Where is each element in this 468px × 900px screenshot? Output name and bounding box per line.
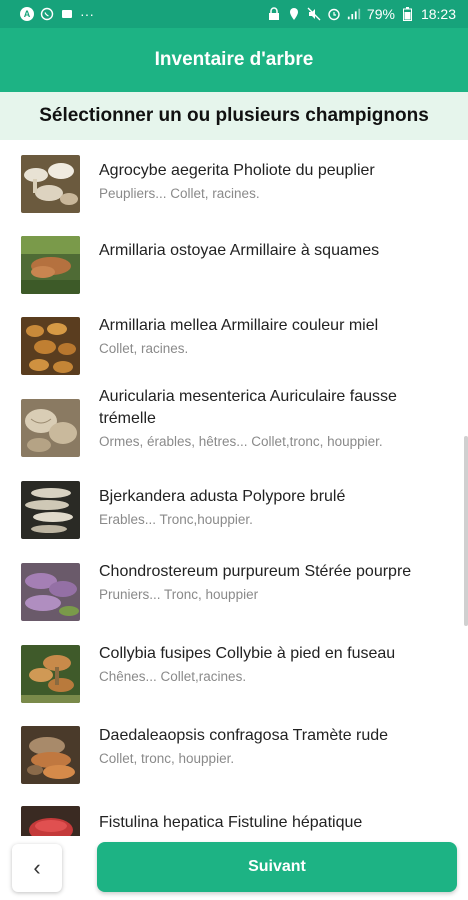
instruction-banner: Sélectionner un ou plusieurs champignons xyxy=(0,92,468,140)
mushroom-list[interactable]: Agrocybe aegerita Pholiote du peuplier P… xyxy=(0,146,468,836)
list-item[interactable]: Auricularia mesenterica Auriculaire faus… xyxy=(0,388,468,474)
mushroom-thumbnail xyxy=(21,317,80,375)
mushroom-thumbnail xyxy=(21,155,80,213)
clock: 18:23 xyxy=(420,6,456,22)
list-item[interactable]: Armillaria mellea Armillaire couleur mie… xyxy=(0,310,468,392)
item-title: Daedaleaopsis confragosa Tramète rude xyxy=(99,727,389,744)
mushroom-thumbnail xyxy=(21,645,80,703)
instruction-text: Sélectionner un ou plusieurs champignons xyxy=(39,105,429,126)
mushroom-thumbnail xyxy=(21,806,80,836)
mushroom-thumbnail xyxy=(21,726,80,784)
mushroom-thumbnail xyxy=(21,399,80,457)
sim-icon xyxy=(60,7,74,21)
list-item[interactable]: Chondrostereum purpureum Stérée pourpre … xyxy=(0,556,468,638)
location-icon xyxy=(287,7,301,21)
signal-icon xyxy=(347,7,361,21)
whatsapp-icon xyxy=(40,7,54,21)
item-subtitle: Collet, racines. xyxy=(99,341,189,356)
item-title: Armillaria mellea Armillaire couleur mie… xyxy=(99,317,379,334)
back-button[interactable]: ‹ xyxy=(12,844,62,892)
alarm-icon xyxy=(327,7,341,21)
list-item[interactable]: Bjerkandera adusta Polypore brulé Erable… xyxy=(0,474,468,556)
scrollbar[interactable] xyxy=(464,436,468,626)
mushroom-thumbnail xyxy=(21,481,80,539)
item-title: Collybia fusipes Collybie à pied en fuse… xyxy=(99,645,396,662)
item-subtitle: Chênes... Collet,racines. xyxy=(99,669,247,684)
lock-icon xyxy=(267,7,281,21)
status-left-icons: A ··· xyxy=(20,6,94,22)
item-subtitle: Pruniers... Tronc, houppier xyxy=(99,587,259,602)
item-title: Bjerkandera adusta Polypore brulé xyxy=(99,488,346,505)
list-item[interactable]: Daedaleaopsis confragosa Tramète rude Co… xyxy=(0,720,468,802)
list-item[interactable]: Agrocybe aegerita Pholiote du peuplier P… xyxy=(0,146,468,228)
list-item[interactable]: Collybia fusipes Collybie à pied en fuse… xyxy=(0,638,468,720)
next-button-label: Suivant xyxy=(248,858,306,875)
list-item[interactable]: Fistulina hepatica Fistuline hépatique xyxy=(0,802,468,836)
mushroom-thumbnail xyxy=(21,563,80,621)
item-title: Chondrostereum purpureum Stérée pourpre xyxy=(99,563,412,580)
next-button[interactable]: Suivant xyxy=(97,842,457,892)
status-bar: A ··· 79% 18:23 xyxy=(0,0,468,28)
mushroom-thumbnail xyxy=(21,236,80,294)
list-item[interactable]: Armillaria ostoyae Armillaire à squames xyxy=(0,228,468,310)
item-subtitle: Collet, tronc, houppier. xyxy=(99,751,235,766)
app-a-icon: A xyxy=(20,7,34,21)
status-right-icons: 79% 18:23 xyxy=(267,6,456,22)
item-title: Fistulina hepatica Fistuline hépatique xyxy=(99,814,363,831)
item-title: Armillaria ostoyae Armillaire à squames xyxy=(99,242,380,259)
mute-icon xyxy=(307,7,321,21)
item-subtitle: Ormes, érables, hêtres... Collet,tronc, … xyxy=(99,434,383,449)
item-subtitle: Erables... Tronc,houppier. xyxy=(99,512,253,527)
bottom-bar: ‹ Suivant xyxy=(0,836,468,900)
item-title: Agrocybe aegerita Pholiote du peuplier xyxy=(99,162,375,179)
battery-icon xyxy=(401,7,415,21)
battery-percent: 79% xyxy=(366,6,395,22)
item-title: Auricularia mesenterica Auriculaire faus… xyxy=(99,388,397,427)
item-subtitle: Peupliers... Collet, racines. xyxy=(99,186,260,201)
page-title: Inventaire d'arbre xyxy=(154,49,314,70)
more-notifications-icon: ··· xyxy=(80,6,94,22)
chevron-left-icon: ‹ xyxy=(33,855,41,880)
app-bar: Inventaire d'arbre xyxy=(0,28,468,92)
